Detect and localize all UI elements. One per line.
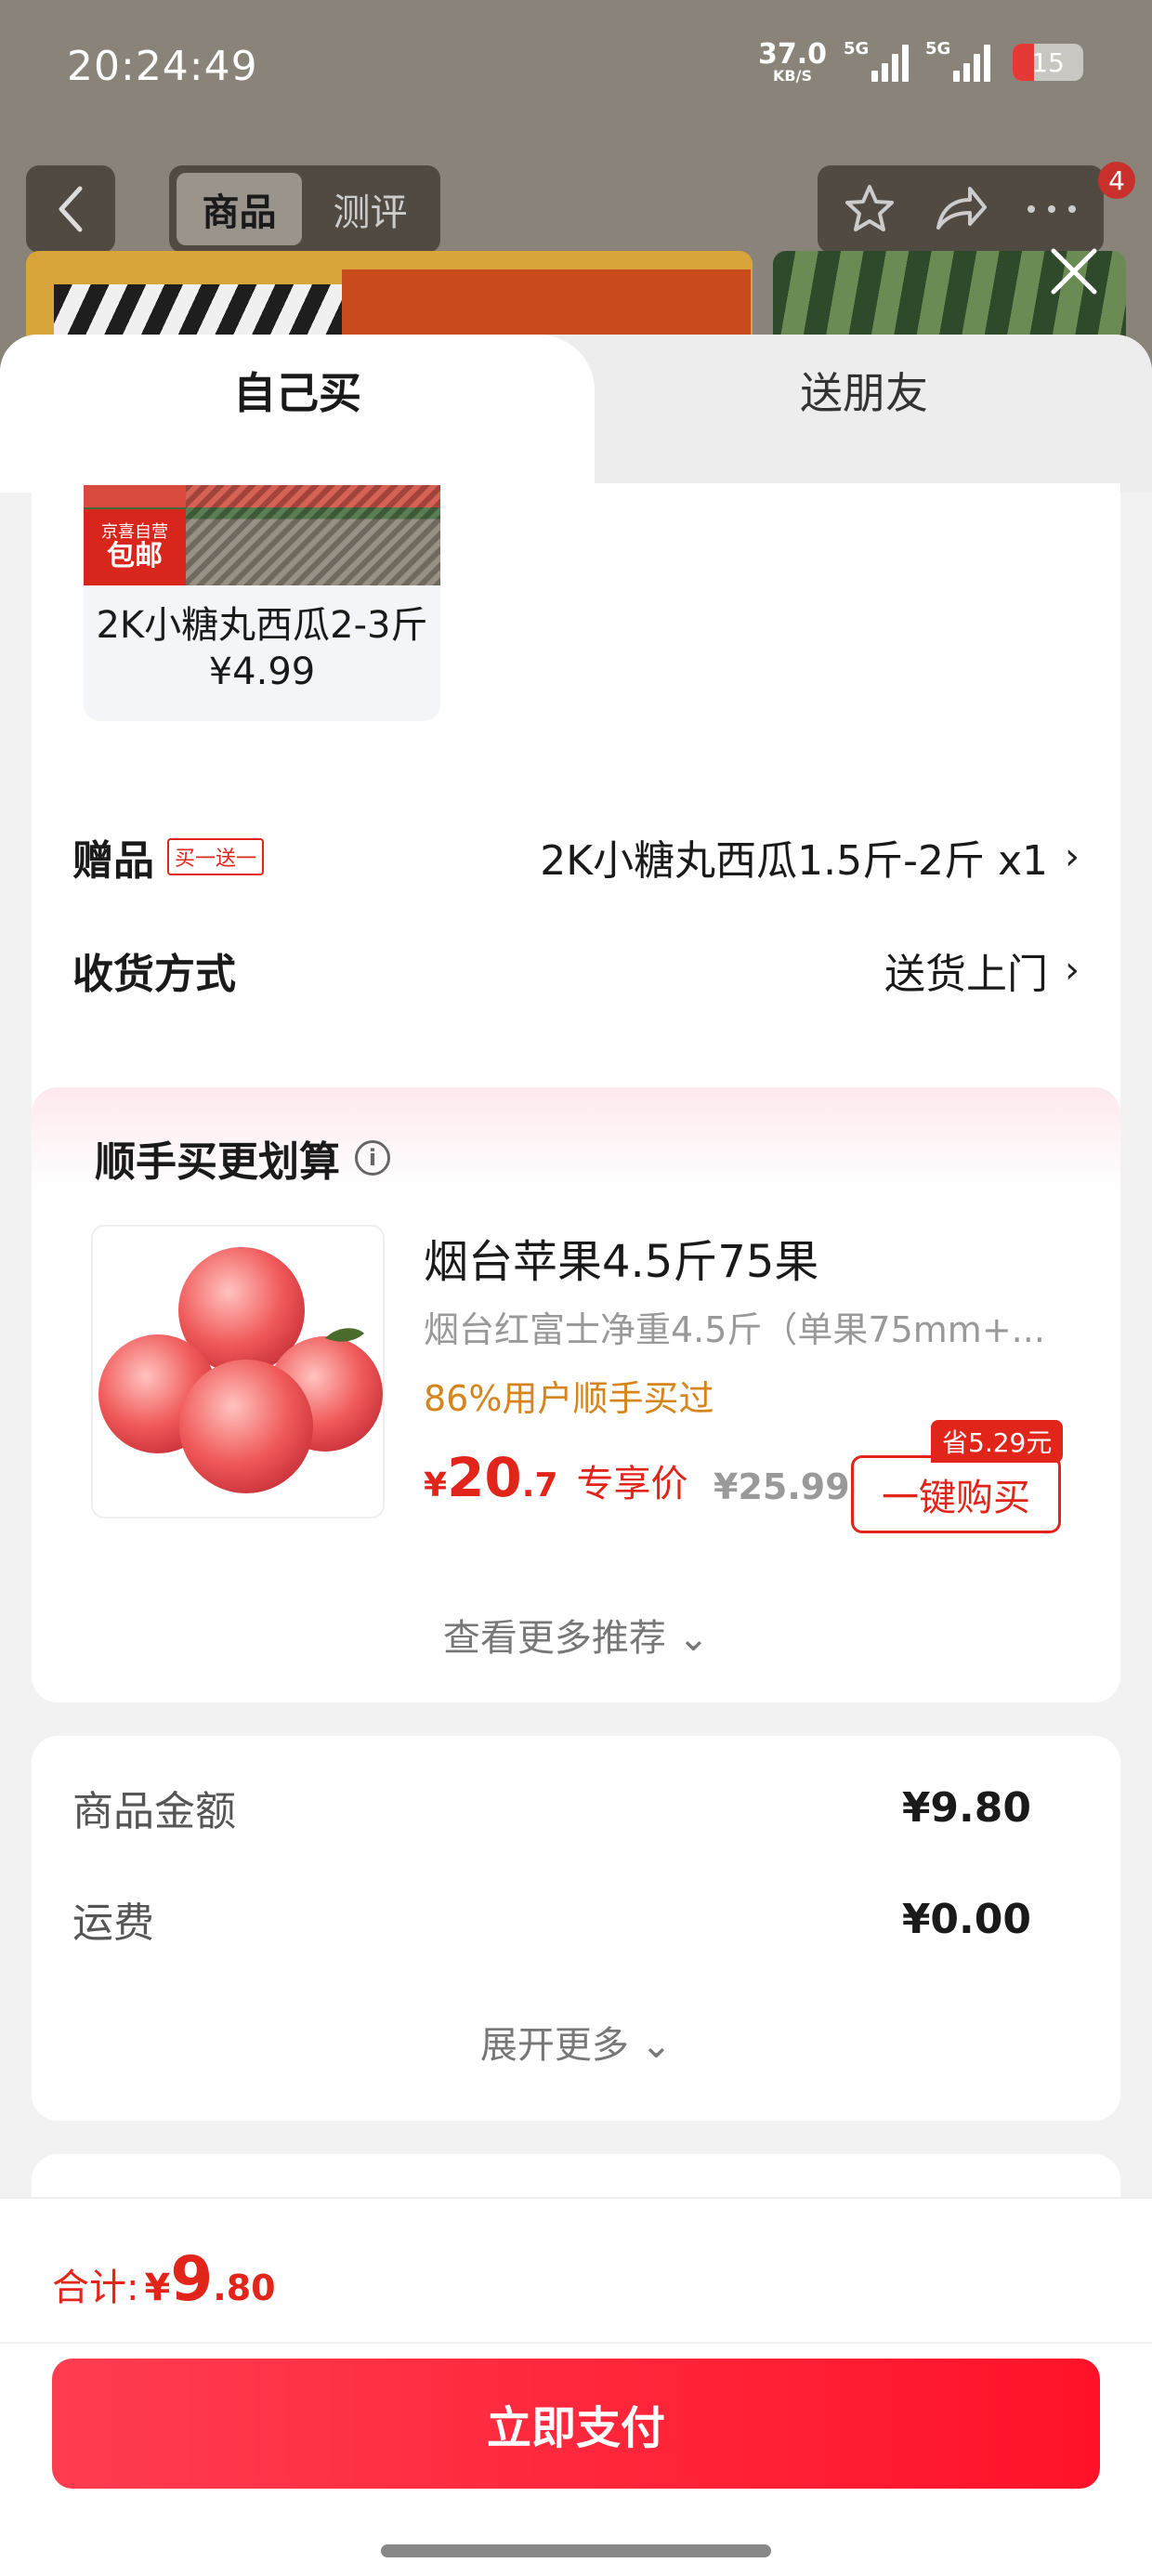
one-click-buy-button[interactable]: 一键购买 — [851, 1455, 1061, 1533]
product-option[interactable]: 京喜自营 包邮 2K小糖丸西瓜2-3斤 ¥4.99 — [84, 485, 440, 721]
status-bar: 20:24:49 37.0 KB/S 5G 5G 15 — [0, 0, 1152, 139]
price-currency: ¥ — [424, 1466, 448, 1505]
savings-badge: 省5.29元 — [931, 1420, 1064, 1463]
recommendation-title: 顺手买更划算 i — [95, 1128, 390, 1188]
signal-type: 5G — [844, 39, 870, 59]
more-icon[interactable] — [1024, 200, 1080, 218]
buy-one-get-one-tag: 买一送一 — [167, 838, 265, 875]
price-decimal: .7 — [521, 1466, 558, 1505]
signal-icon: 5G — [844, 39, 909, 82]
signal-type-2: 5G — [925, 39, 951, 59]
gift-value-text: 2K小糖丸西瓜1.5斤-2斤 x1 — [540, 837, 1048, 885]
battery-level: 15 — [1031, 47, 1065, 78]
net-speed-value: 37.0 — [757, 38, 827, 71]
signal-icon-2: 5G — [925, 39, 990, 82]
free-shipping-tag: 京喜自营 包邮 — [84, 509, 186, 585]
see-more-text: 查看更多推荐 — [442, 1617, 666, 1660]
nav-actions — [818, 165, 1104, 253]
net-speed-unit: KB/S — [773, 67, 812, 85]
delivery-label: 收货方式 — [72, 951, 236, 998]
cart-count-badge: 4 — [1098, 162, 1135, 199]
shipping-label: 运费 — [72, 1899, 154, 1947]
exclusive-price: ¥ 20 .7 专享价 — [424, 1446, 688, 1509]
tab-review[interactable]: 测评 — [308, 173, 433, 245]
total-decimal: .80 — [213, 2267, 276, 2308]
favorite-star-icon[interactable] — [842, 181, 897, 237]
delivery-value-text: 送货上门 — [884, 951, 1048, 998]
checkout-footer: 合计: ¥ 9 .80 立即支付 — [0, 2197, 1152, 2576]
social-proof: 86%用户顺手买过 — [424, 1378, 714, 1419]
price-integer: 20 — [447, 1446, 522, 1509]
delivery-value: 送货上门 › — [884, 940, 1080, 1000]
home-indicator[interactable] — [381, 2544, 771, 2557]
nav-tabs: 商品 测评 — [169, 165, 440, 253]
order-total: 合计: ¥ 9 .80 — [52, 2243, 276, 2315]
apple-product-image[interactable] — [91, 1225, 385, 1518]
gift-label: 赠品 — [72, 837, 154, 885]
chevron-down-icon: ⌄ — [640, 2024, 673, 2067]
net-speed: 37.0 KB/S — [758, 41, 827, 84]
info-icon[interactable]: i — [355, 1140, 390, 1176]
close-icon[interactable] — [1046, 243, 1102, 299]
back-button[interactable] — [26, 165, 115, 253]
total-integer: 9 — [170, 2243, 214, 2315]
expand-more-button[interactable]: 展开更多 ⌄ — [32, 2015, 1120, 2069]
original-price: ¥25.99 — [713, 1466, 850, 1507]
tab-buy-self[interactable]: 自己买 — [0, 335, 595, 493]
gift-row[interactable]: 赠品 买一送一 2K小糖丸西瓜1.5斤-2斤 x1 › — [72, 820, 1080, 894]
shipping-row: 运费 ¥0.00 — [72, 1886, 1031, 1952]
chevron-down-icon: ⌄ — [677, 1617, 710, 1660]
product-option-title: 2K小糖丸西瓜2-3斤 ¥4.99 — [96, 604, 428, 693]
background-page: 20:24:49 37.0 KB/S 5G 5G 15 商品 测评 4 — [0, 0, 1152, 372]
total-currency: ¥ — [144, 2267, 171, 2309]
share-icon[interactable] — [931, 181, 990, 237]
tab-send-friend[interactable]: 送朋友 — [576, 335, 1152, 493]
apple-image-icon — [98, 1247, 383, 1493]
recommendation-title-text: 顺手买更划算 — [95, 1138, 340, 1186]
gift-value: 2K小糖丸西瓜1.5斤-2斤 x1 › — [540, 827, 1080, 887]
recommendation-card: 顺手买更划算 i 烟台苹果4.5斤75果 烟台红富士净重4.5斤（单果75mm+… — [32, 1087, 1120, 1702]
goods-amount-row: 商品金额 ¥9.80 — [72, 1775, 1031, 1840]
exclusive-price-label: 专享价 — [576, 1463, 688, 1505]
self-operated-label: 京喜自营 — [101, 521, 168, 542]
recommended-product-name[interactable]: 烟台苹果4.5斤75果 — [424, 1225, 818, 1290]
goods-amount-label: 商品金额 — [72, 1788, 236, 1835]
see-more-recommendations[interactable]: 查看更多推荐 ⌄ — [32, 1608, 1120, 1662]
chevron-right-icon: › — [1065, 835, 1080, 878]
tab-product[interactable]: 商品 — [177, 173, 302, 245]
product-nav-bar: 商品 测评 4 — [0, 162, 1152, 255]
expand-more-text: 展开更多 — [479, 2024, 629, 2067]
price-summary-card: 商品金额 ¥9.80 运费 ¥0.00 展开更多 ⌄ — [32, 1736, 1120, 2121]
purchase-mode-tabs: 送朋友 自己买 — [0, 335, 1152, 493]
recommended-product-desc: 烟台红富士净重4.5斤（单果75mm+... — [424, 1309, 1045, 1350]
free-shipping-label: 包邮 — [107, 539, 163, 572]
chevron-right-icon: › — [1065, 949, 1080, 992]
back-arrow-icon — [59, 186, 83, 232]
total-label: 合计: — [52, 2267, 139, 2309]
battery-icon: 15 — [1013, 44, 1083, 81]
status-icons: 37.0 KB/S 5G 5G 15 — [758, 39, 1083, 84]
pay-now-button[interactable]: 立即支付 — [52, 2359, 1100, 2489]
footer-divider — [0, 2342, 1152, 2344]
delivery-row[interactable]: 收货方式 送货上门 › — [72, 933, 1080, 1007]
goods-amount-value: ¥9.80 — [901, 1783, 1031, 1832]
status-time: 20:24:49 — [67, 43, 258, 90]
shipping-value: ¥0.00 — [901, 1895, 1031, 1943]
